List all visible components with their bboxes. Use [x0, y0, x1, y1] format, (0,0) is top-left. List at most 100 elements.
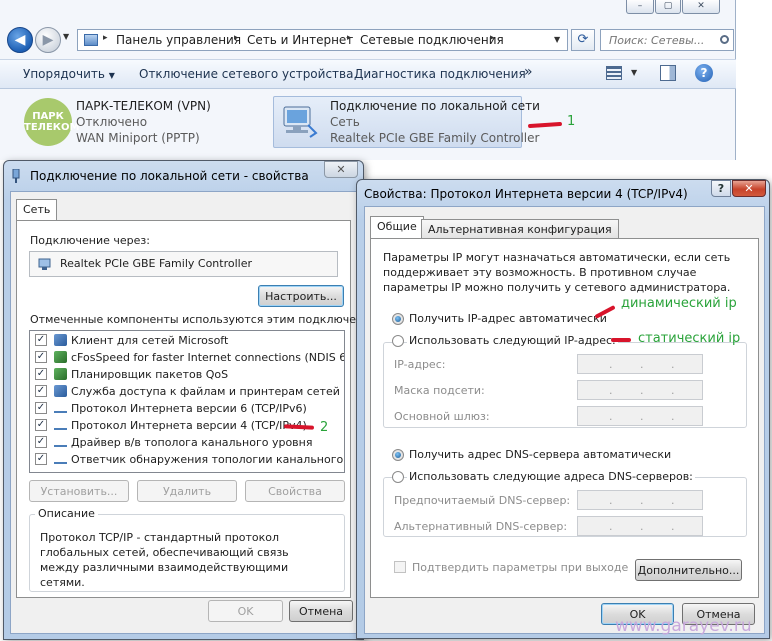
breadcrumb-network-internet[interactable]: Сеть и Интернет [247, 33, 353, 47]
organize-button[interactable]: Упорядочить ▼ [23, 67, 115, 81]
dns-manual-radio[interactable] [392, 471, 404, 483]
search-icon[interactable] [720, 35, 729, 44]
list-item[interactable]: ✓ Драйвер в/в тополога канального уровня [30, 434, 344, 451]
dialog-title: Подключение по локальной сети - свойства [30, 169, 309, 183]
vpn-name[interactable]: ПАРК-ТЕЛЕКОМ (VPN) [76, 99, 211, 113]
list-item[interactable]: ✓ Протокол Интернета версии 6 (TCP/IPv6) [30, 400, 344, 417]
disable-device-button[interactable]: Отключение сетевого устройства [139, 67, 353, 81]
command-bar: Упорядочить ▼ Отключение сетевого устрой… [0, 59, 736, 89]
components-list[interactable]: ✓ Клиент для сетей Microsoft ✓ cFosSpeed… [29, 330, 345, 473]
checkbox-checked-icon[interactable]: ✓ [35, 368, 47, 380]
chevron-right-icon[interactable]: ▸ [234, 33, 239, 43]
annotation-mark [611, 338, 631, 342]
description-label: Описание [35, 507, 98, 520]
properties-button[interactable]: Свойства [245, 480, 345, 502]
ip-manual-label[interactable]: Использовать следующий IP-адрес: [407, 334, 618, 347]
close-icon[interactable]: ✕ [732, 180, 766, 197]
component-label: Драйвер в/в тополога канального уровня [71, 436, 313, 449]
dns-auto-label[interactable]: Получить адрес DNS-сервера автоматически [409, 448, 671, 461]
component-label: Протокол Интернета версии 6 (TCP/IPv6) [71, 402, 307, 415]
cancel-button[interactable]: Отмена [289, 600, 353, 622]
dialog-body: Общие Альтернативная конфигурация Параме… [364, 206, 765, 634]
minimize-icon[interactable]: – [626, 0, 654, 14]
checkbox-checked-icon[interactable]: ✓ [35, 385, 47, 397]
tab-network[interactable]: Сеть [16, 199, 58, 221]
preview-pane-icon[interactable] [660, 65, 676, 81]
list-item[interactable]: ✓ Планировщик пакетов QoS [30, 366, 344, 383]
chevron-right-icon[interactable]: ▸ [490, 33, 495, 43]
component-label: Протокол Интернета версии 4 (TCP/IPv4) [71, 419, 307, 432]
checkbox-checked-icon[interactable]: ✓ [35, 419, 47, 431]
tab-alternate-config[interactable]: Альтернативная конфигурация [421, 219, 619, 239]
list-item[interactable]: ✓ Служба доступа к файлам и принтерам се… [30, 383, 344, 400]
checkbox-checked-icon[interactable]: ✓ [35, 334, 47, 346]
maximize-icon[interactable]: ▢ [655, 0, 681, 14]
tab-general[interactable]: Общие [370, 216, 424, 239]
checkbox-checked-icon[interactable]: ✓ [35, 436, 47, 448]
ok-button[interactable]: OK [208, 600, 283, 622]
lan-connection-tile[interactable]: Подключение по локальной сети Сеть Realt… [273, 96, 540, 148]
control-panel-icon [84, 34, 98, 46]
component-label: Ответчик обнаружения топологии канальног… [71, 453, 344, 466]
remove-button[interactable]: Удалить [137, 480, 237, 502]
ip-auto-label[interactable]: Получить IP-адрес автоматически [409, 312, 607, 325]
preferred-dns-field[interactable]: ... [577, 490, 703, 510]
chevron-right-icon[interactable]: ▸ [103, 33, 108, 43]
ipv4-properties-dialog: Свойства: Протокол Интернета версии 4 (T… [356, 179, 770, 639]
checkbox-checked-icon[interactable]: ✓ [35, 402, 47, 414]
breadcrumb-control-panel[interactable]: Панель управления [116, 33, 241, 47]
list-item[interactable]: ✓ cFosSpeed for faster Internet connecti… [30, 349, 344, 366]
ip-address-label: IP-адрес: [394, 358, 446, 371]
history-dropdown-icon[interactable]: ▼ [63, 32, 69, 41]
gateway-field[interactable]: ... [577, 406, 703, 426]
diagnose-button[interactable]: Диагностика подключения [354, 67, 526, 81]
more-commands-button[interactable]: » [524, 64, 533, 80]
close-icon[interactable]: ✕ [324, 161, 358, 178]
ip-manual-radio[interactable] [392, 335, 404, 347]
organize-label: Упорядочить [23, 67, 105, 81]
dns-manual-label[interactable]: Использовать следующие адреса DNS-сервер… [407, 470, 695, 483]
gateway-label: Основной шлюз: [394, 410, 490, 423]
refresh-icon[interactable]: ⟳ [571, 29, 595, 51]
help-icon[interactable]: ? [695, 64, 713, 82]
vpn-logo-icon[interactable]: ПАРК ТЕЛЕКОМ [24, 98, 79, 146]
close-window-icon[interactable]: ✕ [682, 0, 720, 14]
chevron-right-icon[interactable]: ▸ [347, 33, 352, 43]
components-label: Отмеченные компоненты используются этим … [30, 313, 390, 326]
dns-auto-radio[interactable] [392, 449, 404, 461]
connect-via-label: Подключение через: [30, 234, 150, 247]
view-options-icon[interactable] [606, 66, 622, 80]
configure-button[interactable]: Настроить... [258, 285, 344, 307]
annotation-number-2: 2 [320, 420, 329, 435]
address-bar[interactable]: ▸ Панель управления ▸ Сеть и Интернет ▸ … [77, 29, 568, 51]
install-button[interactable]: Установить... [29, 480, 129, 502]
lan-device: Realtek PCIe GBE Family Controller [330, 131, 540, 145]
checkbox-checked-icon[interactable]: ✓ [35, 351, 47, 363]
list-item[interactable]: ✓ Клиент для сетей Microsoft [30, 332, 344, 349]
back-arrow-icon[interactable]: ◀ [7, 27, 33, 53]
annotation-number-1: 1 [567, 114, 576, 129]
dialog-body: Сеть Подключение через: Realtek PCIe GBE… [10, 191, 389, 634]
component-label: cFosSpeed for faster Internet connection… [71, 351, 345, 364]
list-item[interactable]: ✓ Ответчик обнаружения топологии канальн… [30, 451, 344, 468]
checkbox-checked-icon[interactable]: ✓ [35, 453, 47, 465]
watermark: www.garayev.ru [615, 616, 752, 636]
component-label: Клиент для сетей Microsoft [71, 334, 229, 347]
forward-arrow-icon[interactable]: ▶ [35, 27, 61, 53]
ip-address-field[interactable]: ... [577, 354, 703, 374]
address-dropdown-icon[interactable]: ▼ [554, 35, 560, 44]
advanced-button[interactable]: Дополнительно... [635, 559, 742, 581]
vpn-device: WAN Miniport (PPTP) [76, 131, 200, 145]
breadcrumb-network-connections[interactable]: Сетевые подключения [360, 33, 504, 47]
search-input[interactable] [607, 31, 725, 49]
ip-auto-radio[interactable] [392, 313, 404, 325]
help-icon[interactable]: ? [711, 180, 731, 197]
protocol-icon [54, 439, 67, 447]
subnet-mask-label: Маска подсети: [394, 384, 485, 397]
subnet-mask-field[interactable]: ... [577, 380, 703, 400]
protocol-icon [54, 405, 67, 413]
validate-checkbox[interactable] [394, 561, 406, 573]
alternate-dns-field[interactable]: ... [577, 516, 703, 536]
search-box[interactable] [600, 29, 734, 51]
view-dropdown-icon[interactable]: ▼ [631, 68, 637, 77]
